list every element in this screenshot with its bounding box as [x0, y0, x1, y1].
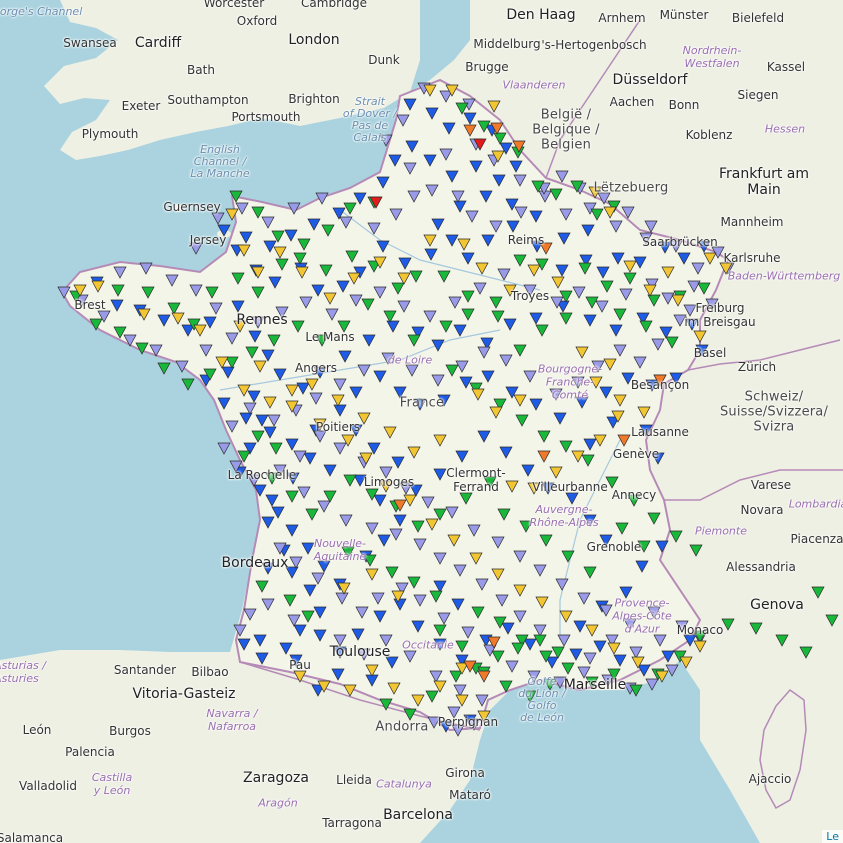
land-guernsey	[173, 204, 183, 212]
map-base	[0, 0, 843, 843]
attribution-link[interactable]: Le	[822, 830, 843, 843]
map[interactable]: St George's Channel Worcester Cambridge …	[0, 0, 843, 843]
